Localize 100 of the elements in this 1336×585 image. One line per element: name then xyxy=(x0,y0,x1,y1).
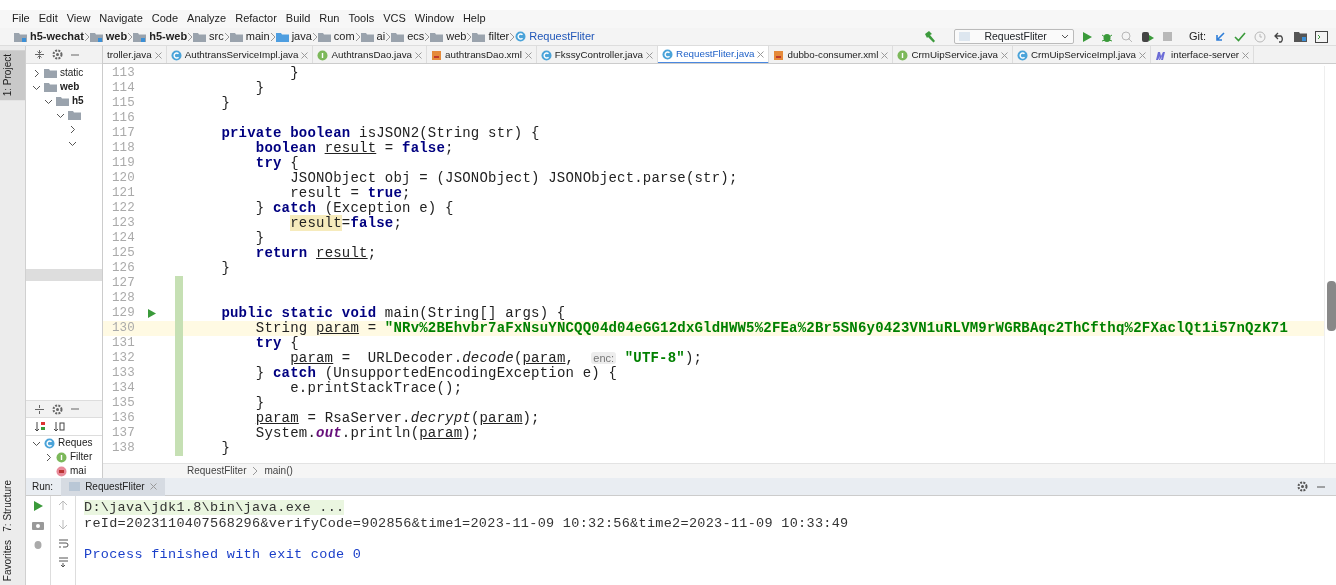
menu-item[interactable]: Code xyxy=(151,12,179,26)
close-icon[interactable] xyxy=(154,51,162,59)
camera-icon[interactable] xyxy=(32,520,44,530)
hammer-icon[interactable] xyxy=(923,30,937,43)
run-configuration-dropdown[interactable]: RequestFliter xyxy=(954,29,1074,44)
module-folder-icon xyxy=(89,31,103,42)
class-icon xyxy=(170,49,182,61)
console-line: reId=2023110407568296&verifyCode=902856&time1=2023-11-09 10:32:56&time2=2023-11-09 10:33:49 xyxy=(84,515,849,531)
tree-item[interactable]: h5 xyxy=(72,95,84,107)
close-icon[interactable] xyxy=(1001,51,1008,59)
close-icon[interactable] xyxy=(757,50,765,58)
breadcrumb-item[interactable]: main xyxy=(245,29,270,44)
folder-icon xyxy=(68,110,81,120)
editor-tab[interactable]: AuthtransServiceImpl.java xyxy=(166,46,314,63)
editor-tab[interactable]: AuthtransDao.java xyxy=(313,46,428,63)
breadcrumb-item[interactable]: h5-web xyxy=(149,29,188,44)
code-line: public static void main(String[] args) { xyxy=(220,306,566,321)
editor-tab[interactable]: authtransDao.xml xyxy=(427,46,537,63)
line-number: 127 xyxy=(110,276,135,291)
tree-item[interactable]: Filter xyxy=(70,451,93,463)
tree-item[interactable]: Reques xyxy=(58,437,93,449)
code-line: private boolean isJSON2(String str) { xyxy=(220,126,540,141)
breadcrumb-item[interactable]: RequestFliter xyxy=(529,29,595,44)
tree-item[interactable]: mai xyxy=(70,465,87,477)
run-icon[interactable] xyxy=(32,500,44,512)
folder-grid-icon[interactable] xyxy=(1294,30,1307,43)
xml-file-icon xyxy=(773,49,785,61)
editor-tab[interactable]: interface-server xyxy=(1151,46,1255,63)
breadcrumb-item[interactable]: h5-wechat xyxy=(30,29,84,44)
menu-item[interactable]: File xyxy=(12,12,30,26)
line-number: 128 xyxy=(110,291,135,306)
tool-window-tab[interactable]: Favorites xyxy=(0,535,25,585)
update-arrow-icon[interactable] xyxy=(1214,30,1226,43)
folder-icon xyxy=(56,96,69,106)
scroll-to-end-icon[interactable] xyxy=(57,557,69,568)
menu-item[interactable]: VCS xyxy=(383,12,406,26)
menu-item[interactable]: Window xyxy=(414,12,454,26)
scrollbar[interactable] xyxy=(26,269,102,281)
breadcrumb-item[interactable]: web xyxy=(105,29,128,44)
close-icon[interactable] xyxy=(524,51,532,59)
interface-icon xyxy=(897,49,909,61)
code-line: } xyxy=(289,66,299,81)
menu-item[interactable]: Build xyxy=(285,12,311,26)
scrollbar-thumb[interactable] xyxy=(1327,281,1336,331)
breadcrumb-item[interactable]: src xyxy=(209,29,224,44)
editor-tab[interactable]: RequestFliter.java xyxy=(658,46,770,63)
breadcrumb-item[interactable]: ecs xyxy=(407,29,425,44)
settings-icon[interactable] xyxy=(52,49,63,60)
settings-icon[interactable] xyxy=(1297,481,1308,492)
close-icon[interactable] xyxy=(1242,51,1250,59)
run-gutter-icon[interactable] xyxy=(147,308,157,319)
tool-window-tab[interactable]: 7: Structure xyxy=(0,476,25,536)
bug-icon[interactable] xyxy=(32,538,44,550)
tree-item[interactable]: static xyxy=(60,67,84,79)
breadcrumb-item[interactable]: web xyxy=(446,29,467,44)
collapse-all-icon[interactable] xyxy=(34,403,45,415)
menu-item[interactable]: Edit xyxy=(38,12,58,26)
breadcrumb-item[interactable]: main() xyxy=(264,465,293,477)
console-icon xyxy=(69,482,81,491)
soft-wrap-icon[interactable] xyxy=(57,538,69,549)
breadcrumb-item[interactable]: com xyxy=(333,29,355,44)
menu-item[interactable]: View xyxy=(66,12,91,26)
window-icon[interactable] xyxy=(1315,30,1328,43)
editor-tab[interactable]: CrmUipServiceImpl.java xyxy=(1013,46,1152,63)
close-icon[interactable] xyxy=(646,51,654,59)
code-line: } xyxy=(220,261,230,276)
xml-file-icon xyxy=(431,49,443,61)
sort-icon[interactable] xyxy=(34,421,46,432)
close-icon[interactable] xyxy=(301,51,309,59)
check-icon[interactable] xyxy=(1234,30,1246,43)
breadcrumb-item[interactable]: ai xyxy=(376,29,386,44)
sort-alpha-icon[interactable] xyxy=(53,421,65,432)
editor-tab[interactable]: dubbo-consumer.xml xyxy=(769,46,894,63)
menu-item[interactable]: Analyze xyxy=(187,12,227,26)
collapse-all-icon[interactable] xyxy=(34,49,45,60)
tree-item[interactable]: web xyxy=(60,81,80,93)
editor-tab[interactable]: CrmUipService.java xyxy=(893,46,1013,63)
menu-item[interactable]: Navigate xyxy=(99,12,143,26)
settings-icon[interactable] xyxy=(52,403,63,415)
class-icon xyxy=(540,49,552,61)
up-arrow-icon[interactable] xyxy=(58,500,68,511)
run-tab[interactable]: RequestFliter xyxy=(61,477,165,496)
close-icon[interactable] xyxy=(1139,51,1147,59)
undo-icon[interactable] xyxy=(1274,30,1286,43)
editor-tab[interactable]: troller.java xyxy=(103,46,167,63)
tool-window-tab[interactable]: 1: Project xyxy=(0,50,25,101)
close-icon[interactable] xyxy=(881,51,889,59)
breadcrumb-item[interactable]: RequestFliter xyxy=(187,465,247,477)
breadcrumb-item[interactable]: java xyxy=(291,29,312,44)
menu-item[interactable]: Refactor xyxy=(235,12,277,26)
menu-item[interactable]: Run xyxy=(319,12,340,26)
down-arrow-icon[interactable] xyxy=(58,519,68,530)
close-icon[interactable] xyxy=(149,483,157,490)
breadcrumb-item[interactable]: filter xyxy=(488,29,510,44)
menu-item[interactable]: Help xyxy=(462,12,486,26)
close-icon[interactable] xyxy=(415,51,423,59)
line-number: 115 xyxy=(110,96,135,111)
run-icon[interactable] xyxy=(1081,30,1093,43)
menu-item[interactable]: Tools xyxy=(348,12,375,26)
profile-icon[interactable] xyxy=(1140,30,1154,43)
